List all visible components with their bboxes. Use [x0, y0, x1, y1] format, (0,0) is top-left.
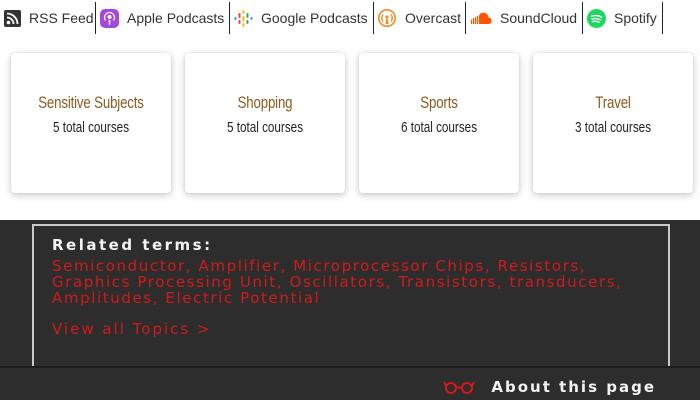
- course-title[interactable]: Sensitive Subjects: [29, 93, 154, 113]
- apple-podcasts-link[interactable]: Apple Podcasts: [96, 2, 230, 34]
- podcast-links-bar: RSS Feed Apple Podcasts Google Podcasts …: [0, 0, 700, 36]
- soundcloud-link[interactable]: SoundCloud: [466, 2, 583, 34]
- course-count: 5 total courses: [226, 119, 304, 136]
- course-count: 5 total courses: [52, 119, 130, 136]
- related-terms-heading: Related terms:: [52, 236, 213, 254]
- course-card-sports[interactable]: Sports 6 total courses: [359, 53, 519, 193]
- overcast-label: Overcast: [404, 10, 461, 26]
- course-card-shopping[interactable]: Shopping 5 total courses: [185, 53, 345, 193]
- divider: [0, 366, 700, 368]
- related-terms-box: Related terms: Semiconductor, Amplifier,…: [32, 224, 670, 368]
- apple-podcasts-icon: [100, 8, 119, 28]
- soundcloud-icon: [470, 9, 492, 28]
- spotify-link[interactable]: Spotify: [583, 2, 663, 34]
- course-count: 3 total courses: [574, 119, 652, 136]
- course-title[interactable]: Sports: [377, 93, 502, 113]
- course-title[interactable]: Shopping: [203, 93, 328, 113]
- course-card-sensitive-subjects[interactable]: Sensitive Subjects 5 total courses: [11, 53, 171, 193]
- rss-feed-link[interactable]: RSS Feed: [0, 2, 96, 34]
- overcast-link[interactable]: Overcast: [374, 2, 466, 34]
- spotify-label: Spotify: [614, 10, 657, 26]
- soundcloud-label: SoundCloud: [500, 10, 578, 26]
- related-terms-list[interactable]: Semiconductor, Amplifier, Microprocessor…: [52, 258, 650, 306]
- footer-section: Related terms: Semiconductor, Amplifier,…: [0, 220, 700, 400]
- about-label: About this page: [491, 378, 656, 396]
- google-podcasts-label: Google Podcasts: [261, 10, 368, 26]
- google-podcasts-icon: [234, 9, 253, 28]
- apple-podcasts-label: Apple Podcasts: [127, 10, 225, 26]
- google-podcasts-link[interactable]: Google Podcasts: [230, 2, 374, 34]
- overcast-icon: [378, 9, 397, 28]
- course-cards: Sensitive Subjects 5 total courses Shopp…: [0, 36, 700, 220]
- view-all-topics-link[interactable]: View all Topics >: [52, 320, 650, 338]
- course-count: 6 total courses: [400, 119, 478, 136]
- spotify-icon: [587, 8, 606, 28]
- course-title[interactable]: Travel: [551, 93, 676, 113]
- rss-feed-label: RSS Feed: [29, 10, 94, 26]
- course-card-travel[interactable]: Travel 3 total courses: [533, 53, 693, 193]
- about-this-page-link[interactable]: About this page: [443, 378, 656, 396]
- glasses-icon: [443, 380, 477, 394]
- rss-icon: [4, 9, 21, 28]
